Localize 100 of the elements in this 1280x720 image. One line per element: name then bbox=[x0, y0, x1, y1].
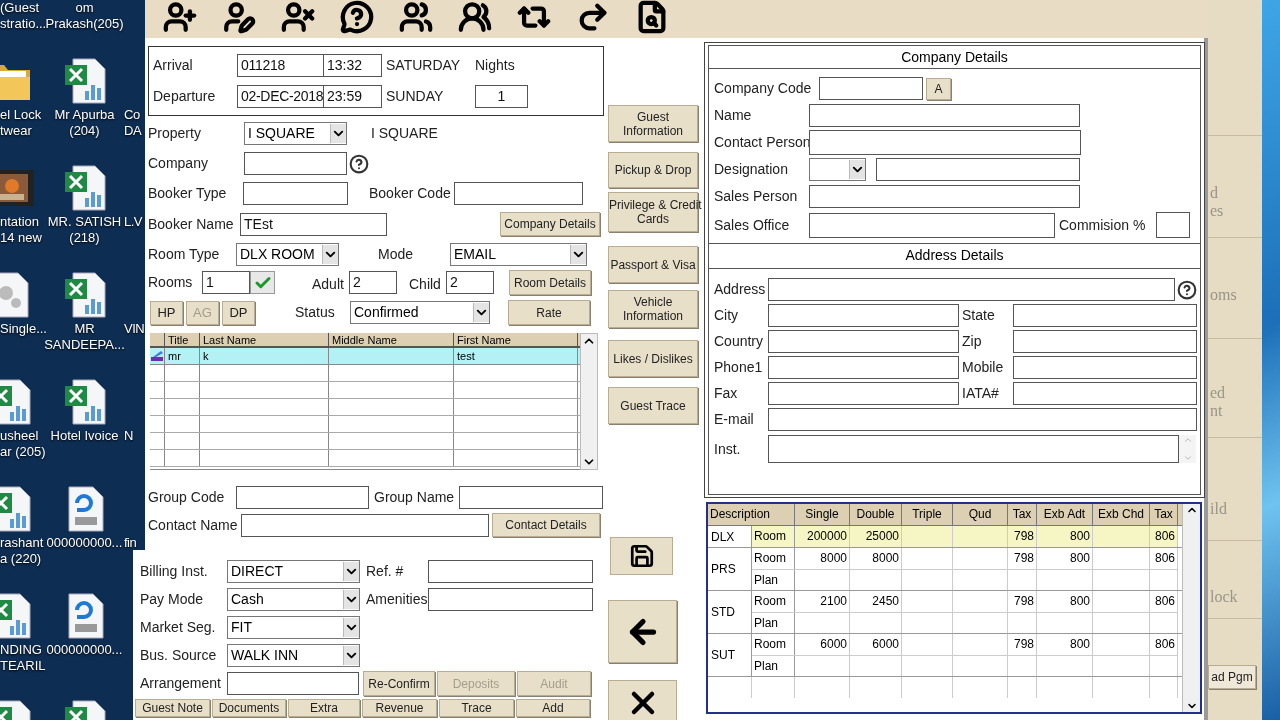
text-field[interactable] bbox=[819, 77, 923, 100]
text-field[interactable] bbox=[428, 560, 593, 583]
dropdown[interactable]: WALK INN bbox=[227, 644, 360, 667]
close-button[interactable] bbox=[608, 680, 677, 720]
text-field[interactable] bbox=[809, 185, 1080, 208]
column-header[interactable]: Exb Chd bbox=[1093, 504, 1150, 525]
dropdown[interactable]: Confirmed bbox=[350, 301, 490, 324]
dropdown[interactable] bbox=[809, 158, 866, 181]
form-button[interactable]: A bbox=[926, 77, 951, 100]
text-field[interactable] bbox=[768, 278, 1175, 301]
text-field[interactable]: 2 bbox=[349, 271, 397, 294]
dropdown[interactable]: Cash bbox=[227, 588, 360, 611]
text-field[interactable] bbox=[768, 382, 959, 405]
desktop-icon-label[interactable]: fin bbox=[124, 535, 137, 551]
text-field[interactable] bbox=[768, 304, 959, 327]
text-field[interactable] bbox=[809, 130, 1081, 155]
desktop-icon-label[interactable]: usheel ar (205) bbox=[0, 428, 46, 460]
confirm-button[interactable] bbox=[250, 271, 275, 294]
desktop-icon-label[interactable]: 000000000... bbox=[46, 535, 123, 551]
text-field[interactable] bbox=[1156, 212, 1190, 238]
dropdown[interactable]: DIRECT bbox=[227, 560, 360, 583]
desktop-icon-label[interactable]: 000000000... bbox=[46, 642, 123, 658]
dropdown[interactable]: I SQUARE bbox=[244, 122, 347, 145]
column-header[interactable]: First Name bbox=[454, 333, 578, 346]
rate-row[interactable]: Plan bbox=[752, 612, 1178, 633]
text-field[interactable]: 1 bbox=[202, 271, 250, 294]
desktop-icon-label[interactable]: Single... bbox=[0, 321, 47, 337]
column-header[interactable]: Triple bbox=[902, 504, 953, 525]
text-field[interactable]: 02-DEC-2018 bbox=[237, 85, 324, 108]
form-button[interactable]: Re-Confirm bbox=[363, 671, 435, 696]
form-button[interactable]: Documents bbox=[212, 699, 286, 717]
help-icon[interactable] bbox=[1177, 279, 1197, 300]
form-button[interactable]: Guest Trace bbox=[608, 387, 698, 424]
text-field[interactable] bbox=[1013, 304, 1197, 327]
help-icon[interactable] bbox=[349, 153, 369, 174]
form-button[interactable]: Vehicle Information bbox=[608, 290, 698, 328]
desktop-icon-label[interactable]: el Lock twear bbox=[0, 107, 42, 139]
form-button[interactable]: Pickup & Drop bbox=[608, 152, 698, 188]
text-field[interactable] bbox=[876, 158, 1080, 181]
text-field[interactable] bbox=[768, 408, 1197, 431]
form-button[interactable]: Revenue bbox=[362, 699, 437, 717]
form-button[interactable]: Room Details bbox=[509, 270, 591, 295]
text-field[interactable] bbox=[768, 330, 959, 353]
form-button[interactable]: Add bbox=[516, 699, 590, 717]
desktop-icon-label[interactable]: N bbox=[124, 428, 133, 444]
text-field[interactable] bbox=[809, 104, 1080, 127]
rate-row[interactable]: Room 2100 2450 798 800 806 bbox=[752, 591, 1178, 612]
text-field[interactable] bbox=[1013, 382, 1197, 405]
form-button[interactable]: Extra bbox=[288, 699, 360, 717]
text-field[interactable] bbox=[1013, 356, 1197, 379]
user-remove-icon[interactable] bbox=[281, 0, 315, 34]
user-add-icon[interactable] bbox=[163, 0, 197, 34]
text-field[interactable]: 23:59 bbox=[324, 85, 382, 108]
rate-row[interactable]: Plan bbox=[752, 569, 1178, 590]
user-edit-icon[interactable] bbox=[222, 0, 256, 34]
desktop-icon-label[interactable]: Co DA bbox=[124, 107, 142, 139]
save-button[interactable] bbox=[610, 537, 673, 575]
column-header[interactable]: Tax bbox=[1150, 504, 1178, 525]
column-header[interactable]: Exb Adt bbox=[1037, 504, 1093, 525]
text-field[interactable] bbox=[454, 182, 583, 205]
scrollbar[interactable] bbox=[1182, 504, 1200, 712]
desktop-icon-label[interactable]: (Guest stratio... bbox=[0, 0, 47, 32]
desktop-icon-label[interactable]: om Prakash(205) bbox=[45, 0, 124, 32]
guest-row[interactable]: mr k test bbox=[150, 348, 580, 365]
column-header[interactable]: Qud bbox=[953, 504, 1008, 525]
column-header[interactable]: Title bbox=[165, 333, 200, 346]
form-button[interactable]: Trace bbox=[439, 699, 514, 717]
desktop-icon-label[interactable]: L.V bbox=[124, 214, 142, 230]
form-button[interactable]: Passport & Visa bbox=[608, 246, 698, 283]
people-icon[interactable] bbox=[399, 0, 433, 34]
text-field[interactable] bbox=[227, 672, 359, 695]
question-bubble-icon[interactable] bbox=[340, 0, 374, 34]
rate-row[interactable]: Room 6000 6000 798 800 806 bbox=[752, 634, 1178, 655]
text-field[interactable]: 2 bbox=[446, 271, 494, 294]
desktop-icon-label[interactable]: rashant a (220) bbox=[0, 535, 44, 567]
dropdown[interactable]: FIT bbox=[227, 616, 360, 639]
text-field[interactable] bbox=[459, 486, 603, 509]
text-field[interactable]: 13:32 bbox=[324, 54, 382, 77]
rate-row[interactable]: Room 8000 8000 798 800 806 bbox=[752, 548, 1178, 569]
form-button[interactable]: Contact Details bbox=[492, 513, 600, 537]
dropdown[interactable]: EMAIL bbox=[450, 243, 587, 266]
form-button[interactable]: Rate bbox=[508, 300, 590, 325]
form-button[interactable]: DP bbox=[222, 300, 255, 325]
column-header[interactable]: Tax bbox=[1008, 504, 1037, 525]
text-field[interactable]: TEst bbox=[240, 212, 387, 236]
text-field[interactable] bbox=[241, 513, 489, 537]
text-field[interactable] bbox=[428, 588, 593, 611]
column-header[interactable]: Middle Name bbox=[329, 333, 454, 346]
couple-icon[interactable] bbox=[458, 0, 492, 34]
rate-row[interactable]: Room 200000 25000 798 800 806 bbox=[752, 526, 1178, 547]
desktop-icon-label[interactable]: NDING TEARIL bbox=[0, 642, 46, 674]
scrollbar[interactable] bbox=[580, 333, 598, 470]
text-field[interactable] bbox=[244, 152, 347, 175]
desktop-icon-label[interactable]: Mr Apurba (204) bbox=[54, 107, 115, 139]
column-header[interactable]: Single bbox=[795, 504, 850, 525]
column-header[interactable]: Description bbox=[708, 504, 795, 525]
desktop-icon-label[interactable]: MR. SATISH (218) bbox=[47, 214, 122, 246]
form-button[interactable]: ad Pgm bbox=[1208, 665, 1256, 689]
text-field[interactable] bbox=[768, 435, 1179, 463]
form-button[interactable]: Guest Note bbox=[135, 699, 210, 717]
